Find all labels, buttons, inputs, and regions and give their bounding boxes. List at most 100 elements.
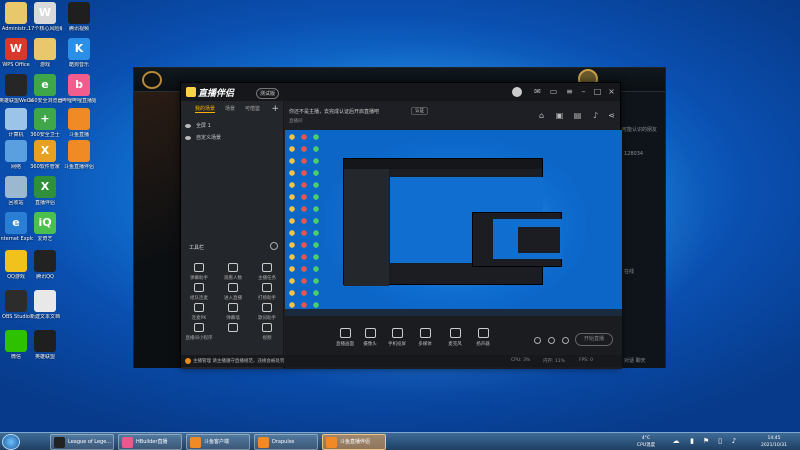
scene-item[interactable]: 自定义场景 <box>185 134 280 143</box>
battery-icon[interactable]: ▯ <box>716 437 724 445</box>
share-icon[interactable]: ⋖ <box>607 111 616 120</box>
desktop-icon[interactable]: 游戏 <box>28 38 62 68</box>
tools-info-icon[interactable] <box>270 242 278 250</box>
control-button[interactable]: 摄像头 <box>358 328 382 347</box>
scene-tabs: 我的场景 场景 可借鉴 + <box>181 104 283 117</box>
flag-icon[interactable]: ⚑ <box>702 437 710 445</box>
game-bottom-right[interactable]: 对话 聊天 <box>624 357 646 364</box>
clock[interactable]: 14:45 2021/10/31 <box>752 435 796 449</box>
visibility-icon[interactable] <box>185 123 191 128</box>
control-button[interactable]: 手机投屏 <box>385 328 409 347</box>
taskbar-item[interactable]: HBuilder直播 <box>118 434 182 450</box>
close-icon[interactable]: × <box>607 87 616 96</box>
desktop-icon[interactable]: X 直播伴侣 <box>28 176 62 206</box>
tool-item[interactable]: 视频 <box>253 323 281 341</box>
control-button[interactable]: 多媒体 <box>413 328 437 347</box>
desktop-icon[interactable]: 英雄联盟 <box>28 330 62 360</box>
tool-item[interactable]: 歌词助手 <box>253 303 281 321</box>
record-icon[interactable] <box>534 337 541 344</box>
taskbar-app-icon <box>54 437 65 448</box>
desktop-icon[interactable]: e 360安全浏览器 <box>28 74 62 104</box>
minimize-icon[interactable]: – <box>579 87 588 96</box>
gear-icon[interactable] <box>562 337 569 344</box>
desktop-icon[interactable]: X 360软件管家 <box>28 140 62 170</box>
warning-icon <box>185 358 191 364</box>
app-icon: + <box>34 108 56 130</box>
desktop-icon[interactable]: 腾讯视频 <box>62 2 96 32</box>
desktop-icon[interactable]: W 17个核心风险编制模板 <box>28 2 62 32</box>
tab-scenes[interactable]: 场景 <box>225 105 235 112</box>
tool-icon <box>228 263 238 272</box>
desktop-icon[interactable]: 腾讯QQ <box>28 250 62 280</box>
tool-item[interactable]: 直播间小程序 <box>185 323 213 341</box>
taskbar-item[interactable]: 斗鱼直播伴侣 <box>322 434 386 450</box>
app-icon <box>34 250 56 272</box>
main-panel: 你还不是主播，去完成认证后开启直播吧 认证 直播间 ⌂ ▣ ▤ ♪ ⋖ 开始直播… <box>285 101 622 369</box>
start-button[interactable] <box>2 434 20 450</box>
app-icon: b <box>68 74 90 96</box>
tool-item[interactable]: 连麦PK <box>185 303 213 321</box>
verify-button[interactable]: 认证 <box>411 107 428 115</box>
tool-item[interactable]: 打榜助手 <box>253 283 281 301</box>
desktop-icon-label: 斗鱼直播 <box>68 132 89 138</box>
desktop-icon[interactable]: 斗鱼直播 <box>62 108 96 138</box>
taskbar-item-label: 斗鱼直播伴侣 <box>340 439 371 445</box>
message-icon[interactable]: ✉ <box>533 87 542 96</box>
control-button[interactable]: 扬声器 <box>471 328 495 347</box>
app-icon: X <box>34 140 56 162</box>
taskbar-item[interactable]: League of Lege... <box>50 434 114 450</box>
taskbar-app-icon <box>122 437 133 448</box>
tool-icon <box>262 303 272 312</box>
app-icon: W <box>5 38 27 60</box>
menu-icon[interactable]: ≡ <box>565 87 574 96</box>
lock-icon[interactable]: ▣ <box>555 111 564 120</box>
tool-icon <box>262 283 272 292</box>
desktop-icon[interactable]: b 哔哩哔哩直播姬 <box>62 74 96 104</box>
tab-my-scenes[interactable]: 我的场景 <box>195 105 216 113</box>
visibility-icon[interactable] <box>185 135 191 140</box>
control-icon <box>449 328 461 338</box>
taskbar-item[interactable]: Drapulse <box>254 434 318 450</box>
control-button[interactable]: 麦克风 <box>443 328 467 347</box>
desktop-icon[interactable]: 新建文本文档 <box>28 290 62 320</box>
tool-item[interactable]: 弹幕墙 <box>219 303 247 321</box>
friend-row-1: 128034 <box>624 151 644 157</box>
desktop-icon-label: 斗鱼直播伴侣 <box>63 164 94 170</box>
control-label: 扬声器 <box>476 342 490 347</box>
volume-icon[interactable]: ♪ <box>730 437 738 445</box>
tool-item[interactable]: 观看人数 <box>219 263 247 281</box>
desktop-icon[interactable]: iQ 爱奇艺 <box>28 212 62 242</box>
streaming-app-window[interactable]: 直播伴侣 测试版 ✉ ▭ ≡ – □ × 我的场景 场景 可借鉴 + 全屏 1 … <box>180 82 622 369</box>
scene-item[interactable]: 全屏 1 <box>185 122 280 131</box>
screen-icon[interactable]: ▭ <box>549 87 558 96</box>
app-icon <box>34 290 56 312</box>
desktop-icon[interactable]: +360安全卫士 <box>28 108 62 138</box>
gift-icon[interactable]: ⌂ <box>537 111 546 120</box>
network-icon[interactable]: ▮ <box>688 437 696 445</box>
cart-icon[interactable]: ▤ <box>573 111 582 120</box>
maximize-icon[interactable]: □ <box>593 87 602 96</box>
desktop-icon[interactable]: K 酷狗音乐 <box>62 38 96 68</box>
tab-reference[interactable]: 可借鉴 <box>245 105 260 112</box>
control-label: 摄像头 <box>363 342 377 347</box>
user-avatar[interactable] <box>512 87 522 97</box>
game-logo[interactable] <box>142 71 162 89</box>
tool-item[interactable]: 弹幕助手 <box>185 263 213 281</box>
tool-label: 视频 <box>262 336 272 341</box>
tool-item[interactable]: 组队连麦 <box>185 283 213 301</box>
settings-icon[interactable] <box>548 337 555 344</box>
stream-preview[interactable] <box>285 130 622 316</box>
weather-icon[interactable]: ☁ <box>672 437 680 445</box>
desktop-icon-label: 游戏 <box>39 62 50 68</box>
start-live-button[interactable]: 开始直播 <box>575 333 613 346</box>
tool-item[interactable]: 主播任务 <box>253 263 281 281</box>
add-scene-button[interactable]: + <box>271 104 279 114</box>
desktop-icon-label: 17个核心风险编制模板 <box>28 26 62 32</box>
tool-item[interactable] <box>219 323 247 335</box>
tool-item[interactable]: 进入直播 <box>219 283 247 301</box>
taskbar-item[interactable]: 斗鱼客户端 <box>186 434 250 450</box>
weather-widget[interactable]: 4°C CPU温度 <box>628 435 664 449</box>
control-button[interactable]: 直播画面 <box>333 328 357 347</box>
bell-icon[interactable]: ♪ <box>591 111 600 120</box>
desktop-icon[interactable]: 斗鱼直播伴侣 <box>62 140 96 170</box>
